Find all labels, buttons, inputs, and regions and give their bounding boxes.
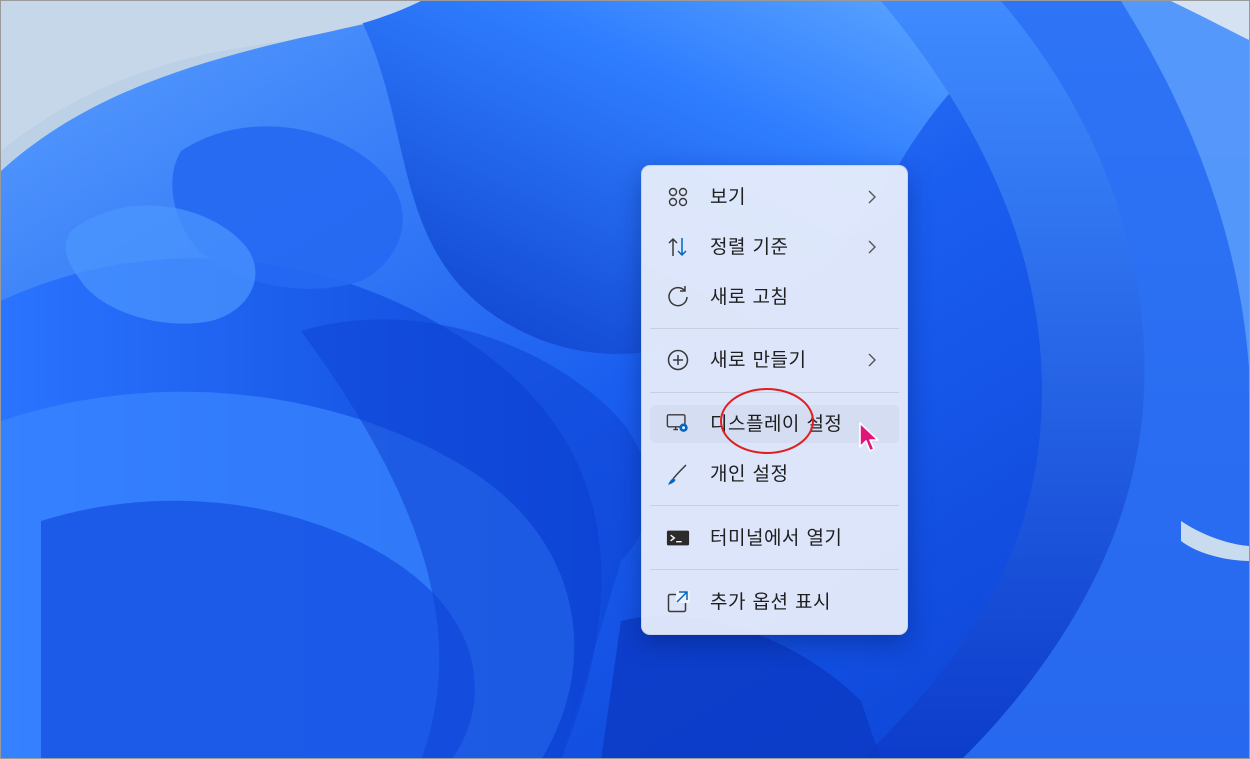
desktop[interactable]: 보기 정렬 기준 새로 고침 새로 만들기 디스플레이 설정 개인 설정 터미널…	[0, 0, 1250, 759]
chevron-right-icon	[868, 190, 876, 204]
menu-item-label: 개인 설정	[710, 463, 789, 485]
terminal-icon	[666, 527, 690, 549]
menu-separator	[650, 505, 899, 506]
menu-item-show-more-options[interactable]: 추가 옵션 표시	[650, 583, 899, 621]
add-circle-icon	[666, 349, 690, 371]
menu-item-personalize[interactable]: 개인 설정	[650, 455, 899, 493]
menu-separator	[650, 392, 899, 393]
open-external-icon	[666, 591, 690, 613]
menu-item-label: 디스플레이 설정	[710, 413, 843, 435]
menu-item-sort-by[interactable]: 정렬 기준	[650, 228, 899, 266]
menu-item-refresh[interactable]: 새로 고침	[650, 278, 899, 316]
chevron-right-icon	[868, 353, 876, 367]
menu-separator	[650, 569, 899, 570]
menu-item-display-settings[interactable]: 디스플레이 설정	[650, 405, 899, 443]
menu-item-open-in-terminal[interactable]: 터미널에서 열기	[650, 519, 899, 557]
desktop-context-menu: 보기 정렬 기준 새로 고침 새로 만들기 디스플레이 설정 개인 설정 터미널…	[641, 165, 908, 635]
menu-item-label: 새로 고침	[710, 286, 789, 308]
bloom-wallpaper	[1, 1, 1249, 758]
menu-item-label: 정렬 기준	[710, 236, 789, 258]
menu-item-label: 추가 옵션 표시	[710, 591, 831, 613]
view-grid-icon	[666, 186, 690, 208]
menu-item-view[interactable]: 보기	[650, 178, 899, 216]
brush-icon	[666, 463, 690, 485]
menu-item-new[interactable]: 새로 만들기	[650, 341, 899, 379]
refresh-icon	[666, 286, 690, 308]
menu-item-label: 터미널에서 열기	[710, 527, 843, 549]
sort-arrows-icon	[666, 236, 690, 258]
menu-item-label: 보기	[710, 186, 746, 208]
menu-item-label: 새로 만들기	[710, 349, 807, 371]
menu-separator	[650, 328, 899, 329]
chevron-right-icon	[868, 240, 876, 254]
display-settings-icon	[666, 413, 690, 435]
